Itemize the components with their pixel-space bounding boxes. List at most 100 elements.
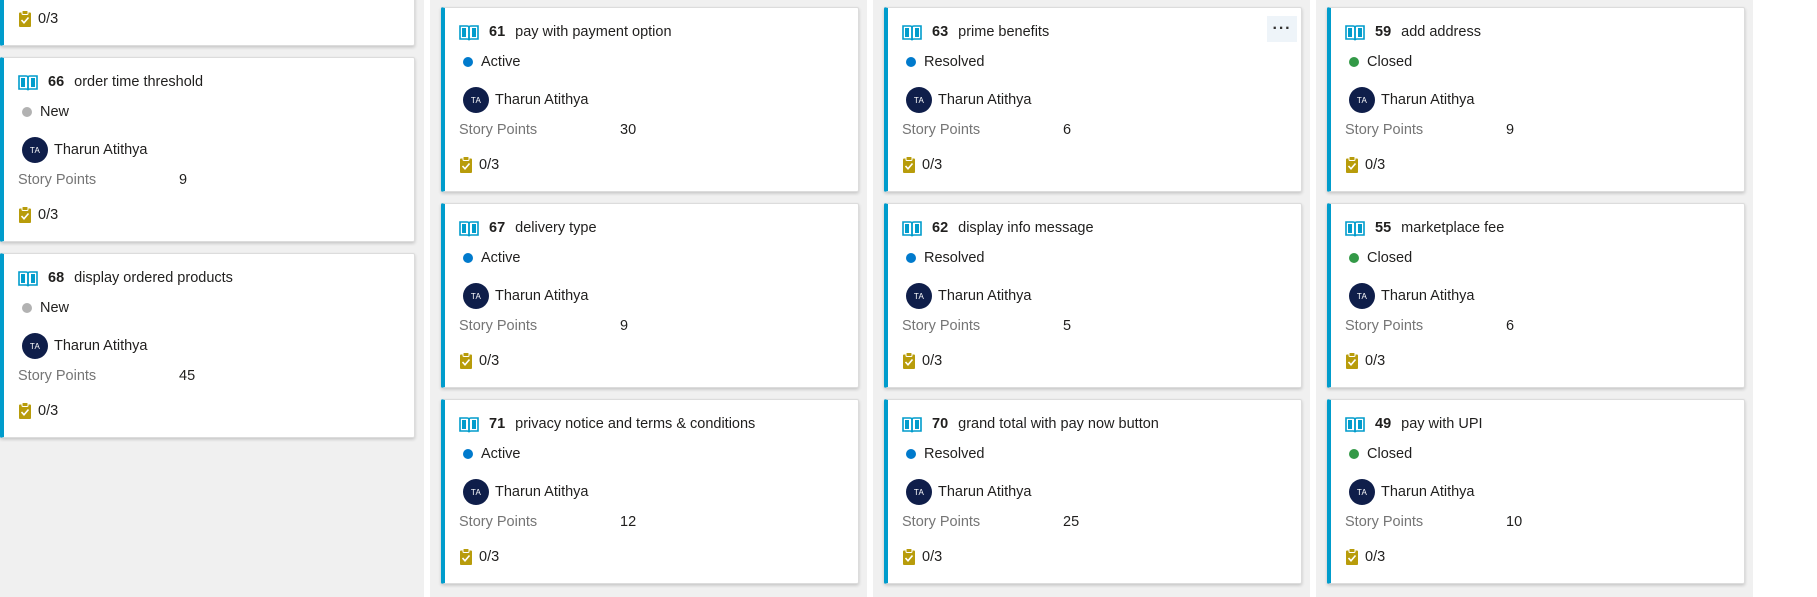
- assignee-name: Tharun Atithya: [1381, 288, 1475, 304]
- assignee-name: Tharun Atithya: [938, 288, 1032, 304]
- story-points-field[interactable]: Story Points 6: [902, 122, 1071, 138]
- assignee-field[interactable]: TA Tharun Atithya: [22, 137, 148, 163]
- task-progress[interactable]: 0/3: [459, 352, 499, 370]
- assignee-field[interactable]: TA Tharun Atithya: [1349, 87, 1475, 113]
- state-field[interactable]: Resolved: [902, 446, 984, 462]
- story-points-label: Story Points: [902, 318, 981, 334]
- work-item-card[interactable]: 66 order time threshold New TA Tharun At…: [0, 57, 415, 242]
- state-field[interactable]: New: [18, 300, 69, 316]
- card-title-row: 62 display info message: [902, 219, 1094, 237]
- assignee-name: Tharun Atithya: [54, 338, 148, 354]
- task-progress[interactable]: 0/3: [18, 402, 58, 420]
- state-dot-icon: [1349, 449, 1359, 459]
- assignee-field[interactable]: TA Tharun Atithya: [1349, 479, 1475, 505]
- assignee-field[interactable]: TA Tharun Atithya: [906, 479, 1032, 505]
- card-title-row: 71 privacy notice and terms & conditions: [459, 415, 755, 433]
- work-item-card[interactable]: 62 display info message Resolved TA Thar…: [884, 203, 1302, 388]
- state-field[interactable]: Active: [459, 54, 521, 70]
- story-points-value: 25: [1063, 514, 1080, 530]
- work-item-card[interactable]: 63 prime benefits Resolved TA Tharun Ati…: [884, 7, 1302, 192]
- work-item-card[interactable]: 49 pay with UPI Closed TA Tharun Atithya…: [1327, 399, 1745, 584]
- story-points-value: 6: [1063, 122, 1072, 138]
- task-count: 0/3: [1365, 549, 1386, 565]
- story-points-field[interactable]: Story Points 45: [18, 368, 195, 384]
- assignee-field[interactable]: TA Tharun Atithya: [463, 87, 589, 113]
- state-field[interactable]: Closed: [1345, 446, 1412, 462]
- work-item-id: 67: [489, 220, 506, 236]
- task-count: 0/3: [1365, 353, 1386, 369]
- story-points-field[interactable]: Story Points 12: [459, 514, 636, 530]
- work-item-title[interactable]: grand total with pay now button: [958, 416, 1159, 432]
- task-count: 0/3: [38, 11, 59, 27]
- task-progress[interactable]: 0/3: [902, 156, 942, 174]
- state-label: Active: [481, 250, 521, 266]
- state-dot-icon: [463, 253, 473, 263]
- state-label: New: [40, 104, 70, 120]
- work-item-title[interactable]: delivery type: [515, 220, 596, 236]
- state-dot-icon: [22, 107, 32, 117]
- story-points-label: Story Points: [1345, 514, 1424, 530]
- work-item-id: 59: [1375, 24, 1392, 40]
- state-dot-icon: [463, 449, 473, 459]
- work-item-card[interactable]: 68 display ordered products New TA Tharu…: [0, 253, 415, 438]
- story-points-field[interactable]: Story Points 9: [18, 172, 187, 188]
- work-item-card[interactable]: 59 add address Closed TA Tharun Atithya …: [1327, 7, 1745, 192]
- state-dot-icon: [906, 57, 916, 67]
- assignee-field[interactable]: TA Tharun Atithya: [22, 333, 148, 359]
- task-progress[interactable]: 0/3: [902, 352, 942, 370]
- assignee-field[interactable]: TA Tharun Atithya: [906, 87, 1032, 113]
- more-actions-button[interactable]: ···: [1267, 16, 1297, 42]
- assignee-field[interactable]: TA Tharun Atithya: [463, 479, 589, 505]
- state-field[interactable]: Resolved: [902, 54, 984, 70]
- assignee-field[interactable]: TA Tharun Atithya: [463, 283, 589, 309]
- story-points-field[interactable]: Story Points 6: [1345, 318, 1514, 334]
- work-item-title[interactable]: prime benefits: [958, 24, 1049, 40]
- user-story-icon: [902, 23, 922, 41]
- state-field[interactable]: Closed: [1345, 250, 1412, 266]
- task-progress[interactable]: 0/3: [18, 206, 58, 224]
- card-title-row: 55 marketplace fee: [1345, 219, 1504, 237]
- work-item-title[interactable]: privacy notice and terms & conditions: [515, 416, 755, 432]
- state-field[interactable]: Resolved: [902, 250, 984, 266]
- work-item-card[interactable]: 55 marketplace fee Closed TA Tharun Atit…: [1327, 203, 1745, 388]
- work-item-card[interactable]: 70 grand total with pay now button Resol…: [884, 399, 1302, 584]
- story-points-field[interactable]: Story Points 5: [902, 318, 1071, 334]
- task-checklist-icon: [902, 352, 916, 370]
- task-progress[interactable]: 0/3: [1345, 548, 1385, 566]
- work-item-title[interactable]: marketplace fee: [1401, 220, 1504, 236]
- work-item-title[interactable]: display ordered products: [74, 270, 233, 286]
- task-count: 0/3: [922, 353, 943, 369]
- task-progress[interactable]: 0/3: [459, 548, 499, 566]
- story-points-field[interactable]: Story Points 25: [902, 514, 1079, 530]
- task-progress[interactable]: 0/3: [1345, 156, 1385, 174]
- work-item-card[interactable]: 0/3: [0, 0, 415, 46]
- work-item-title[interactable]: display info message: [958, 220, 1093, 236]
- story-points-field[interactable]: Story Points 10: [1345, 514, 1522, 530]
- task-progress[interactable]: 0/3: [902, 548, 942, 566]
- work-item-title[interactable]: pay with payment option: [515, 24, 671, 40]
- assignee-field[interactable]: TA Tharun Atithya: [1349, 283, 1475, 309]
- assignee-field[interactable]: TA Tharun Atithya: [906, 283, 1032, 309]
- state-field[interactable]: Active: [459, 250, 521, 266]
- assignee-name: Tharun Atithya: [938, 92, 1032, 108]
- work-item-title[interactable]: pay with UPI: [1401, 416, 1482, 432]
- work-item-title[interactable]: order time threshold: [74, 74, 203, 90]
- story-points-field[interactable]: Story Points 30: [459, 122, 636, 138]
- story-points-value: 10: [1506, 514, 1523, 530]
- state-field[interactable]: New: [18, 104, 69, 120]
- state-field[interactable]: Active: [459, 446, 521, 462]
- work-item-card[interactable]: 61 pay with payment option Active TA Tha…: [441, 7, 859, 192]
- task-progress[interactable]: 0/3: [459, 156, 499, 174]
- task-checklist-icon: [902, 156, 916, 174]
- state-field[interactable]: Closed: [1345, 54, 1412, 70]
- task-progress[interactable]: 0/3: [1345, 352, 1385, 370]
- work-item-title[interactable]: add address: [1401, 24, 1481, 40]
- story-points-field[interactable]: Story Points 9: [1345, 122, 1514, 138]
- work-item-card[interactable]: 67 delivery type Active TA Tharun Atithy…: [441, 203, 859, 388]
- state-label: Resolved: [924, 250, 985, 266]
- task-checklist-icon: [18, 206, 32, 224]
- work-item-card[interactable]: 71 privacy notice and terms & conditions…: [441, 399, 859, 584]
- state-dot-icon: [1349, 253, 1359, 263]
- user-story-icon: [18, 73, 38, 91]
- story-points-field[interactable]: Story Points 9: [459, 318, 628, 334]
